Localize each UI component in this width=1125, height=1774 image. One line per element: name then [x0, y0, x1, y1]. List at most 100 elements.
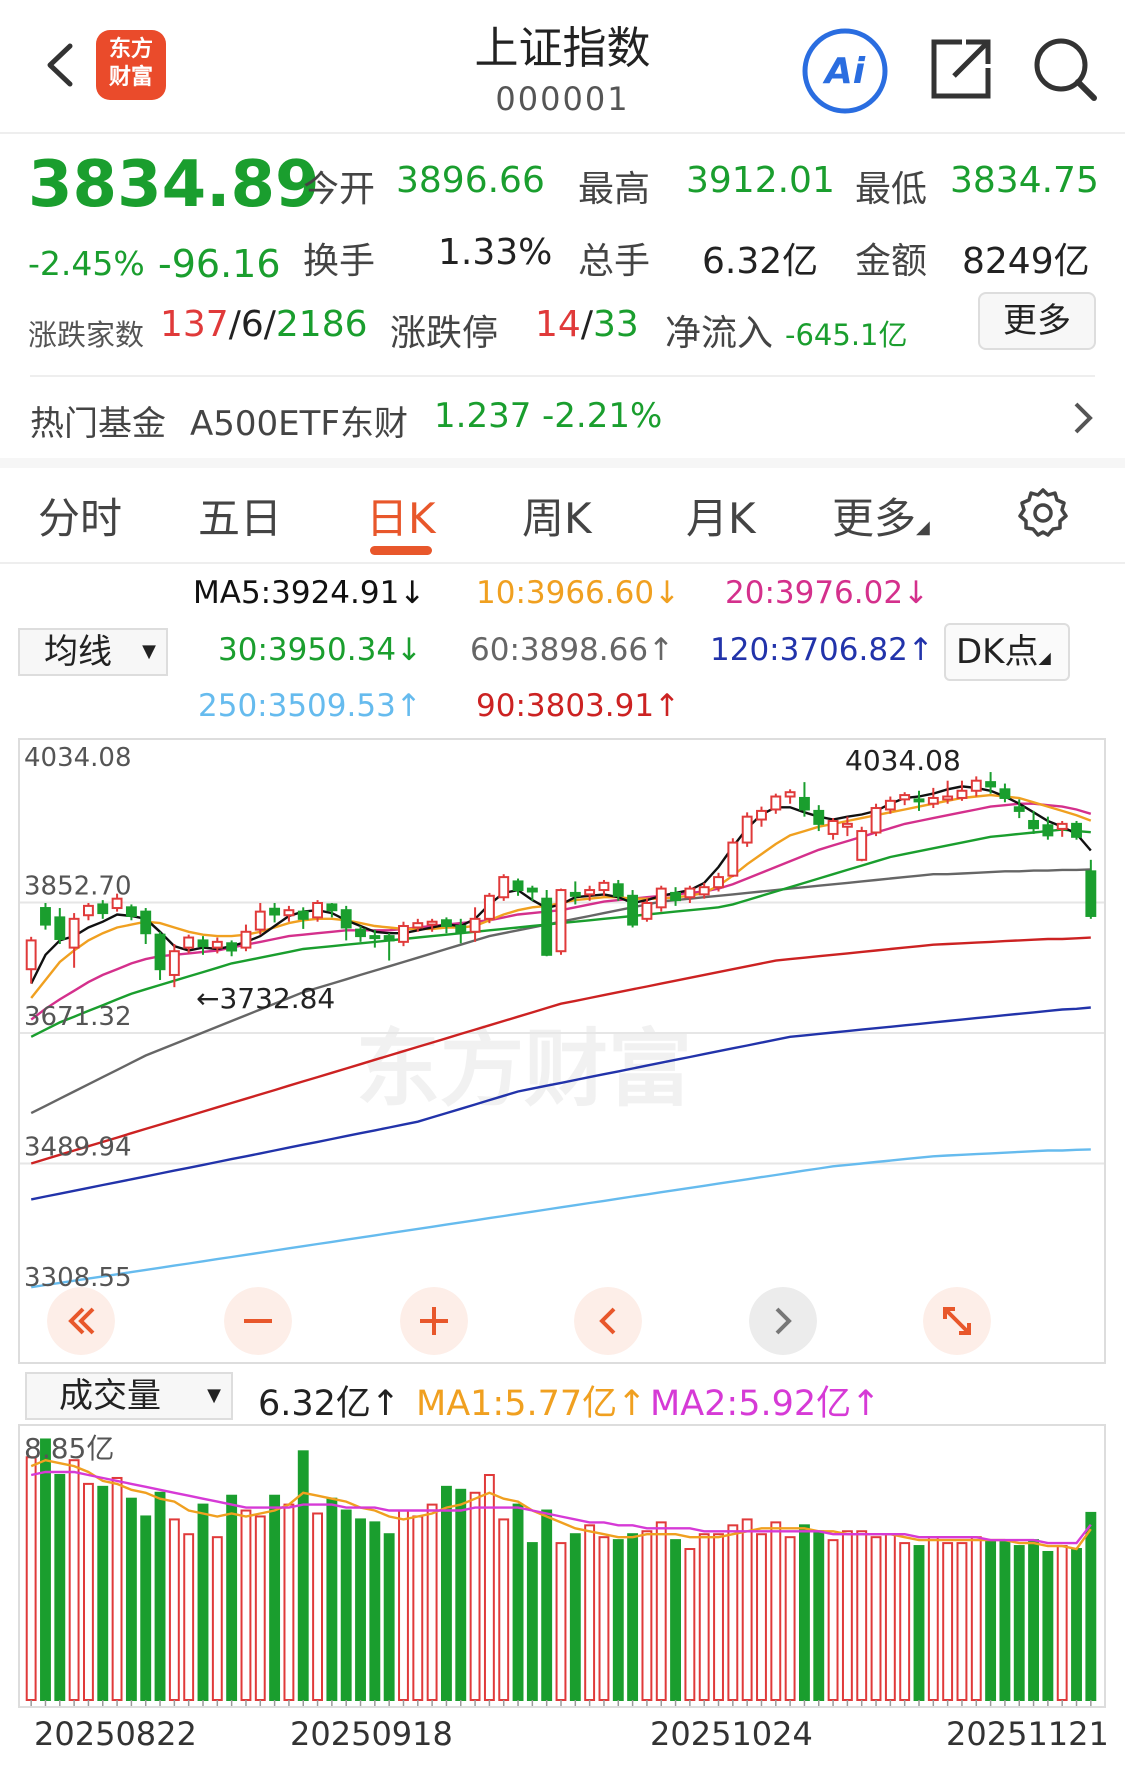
volume-axis-top: 8.85亿: [24, 1432, 114, 1465]
indicator-select-label: 成交量: [59, 1376, 161, 1416]
section-gap: [0, 458, 1125, 468]
volume-bar: [111, 1476, 123, 1702]
candle-body: [985, 781, 997, 788]
ai-assistant-icon[interactable]: Ai: [800, 26, 890, 116]
tab-more[interactable]: 更多◢: [832, 485, 930, 546]
kline-chart[interactable]: 东方财富 4034.083852.703671.323489.943308.55…: [18, 738, 1106, 1364]
open-label: 今开: [303, 169, 376, 210]
fullscreen-icon[interactable]: [923, 1287, 991, 1355]
volume-bar: [841, 1530, 853, 1701]
dk-point-button[interactable]: DK点◢: [944, 623, 1070, 681]
volume-bar: [641, 1530, 653, 1701]
search-icon[interactable]: [1030, 34, 1100, 104]
volume-bar: [612, 1539, 624, 1701]
candle-body: [312, 902, 323, 919]
volume-bar: [942, 1542, 954, 1702]
stock-code: 000001: [495, 80, 630, 118]
candle-body: [398, 925, 409, 943]
volume-bar: [627, 1533, 639, 1701]
logo-text-line1: 东方: [108, 37, 153, 62]
volume-bar: [83, 1482, 94, 1701]
volume-bar: [369, 1521, 381, 1701]
candle-body: [383, 935, 395, 942]
page-title: 上证指数: [474, 23, 651, 74]
more-button[interactable]: 更多: [978, 292, 1096, 350]
svg-text:Ai: Ai: [822, 51, 866, 92]
amount-value: 8249亿: [962, 241, 1090, 282]
ma250-value: 250:3509.53↑: [198, 688, 422, 724]
logo-text-line2: 财富: [108, 65, 153, 90]
volume-bar: [999, 1539, 1011, 1701]
volume-bar: [355, 1518, 366, 1701]
ma120-value: 120:3706.82↑: [710, 632, 934, 668]
volume-bar: [985, 1539, 997, 1701]
candle-body: [627, 894, 639, 926]
volume-chart[interactable]: 8.85亿: [18, 1424, 1106, 1708]
candle: [856, 826, 868, 862]
candle-body: [455, 925, 467, 933]
zoom-out-icon[interactable]: [224, 1287, 292, 1355]
volume-bar: [297, 1450, 309, 1701]
volume-ma1: MA1:5.77亿↑: [416, 1384, 647, 1424]
tab-more-label: 更多: [832, 494, 917, 543]
share-icon[interactable]: [926, 34, 996, 104]
hot-fund-label: 热门基金: [30, 404, 166, 444]
candle-body: [698, 886, 710, 896]
settings-gear-icon[interactable]: [1016, 486, 1070, 540]
hot-fund-row[interactable]: 热门基金 A500ETF东财 1.237 -2.21%: [0, 378, 1125, 458]
candle-body: [498, 876, 510, 899]
candle-body: [340, 909, 352, 929]
tab-five-day[interactable]: 五日: [198, 485, 282, 546]
candle-body: [641, 902, 653, 920]
volume-bar: [254, 1515, 266, 1701]
hot-fund-change: -2.21%: [542, 396, 663, 436]
back-arrow-icon[interactable]: [36, 40, 86, 90]
candle-body: [125, 906, 137, 917]
volume-bar: [698, 1533, 710, 1701]
candle-body: [54, 916, 66, 940]
netflow-label: 净流入: [665, 313, 774, 354]
volume-bar: [25, 1456, 37, 1702]
candle-body: [1028, 819, 1039, 830]
ma-type-select[interactable]: 均线 ▼: [18, 628, 168, 676]
candle-body: [541, 897, 553, 956]
price-axis-label: 3671.32: [24, 1002, 132, 1032]
volume-bar: [827, 1539, 839, 1701]
volume-bar: [211, 1536, 223, 1701]
pan-right-icon[interactable]: [749, 1287, 817, 1355]
volume-bar: [727, 1524, 739, 1702]
volume-bar: [398, 1509, 409, 1702]
high-annotation: 4034.08: [845, 744, 961, 777]
zoom-in-icon[interactable]: [400, 1287, 468, 1355]
candle: [870, 803, 882, 837]
dropdown-triangle-icon: ▼: [207, 1385, 221, 1406]
tab-daily-k[interactable]: 日K: [366, 485, 436, 546]
open-value: 3896.66: [396, 160, 545, 201]
dk-label: DK点: [956, 632, 1039, 672]
candle-body: [97, 903, 109, 915]
rewind-icon[interactable]: [47, 1287, 115, 1355]
volume-bar: [970, 1536, 982, 1701]
eastmoney-logo[interactable]: 东方 财富: [96, 30, 166, 100]
candle-body: [942, 795, 954, 801]
volume-bar: [40, 1438, 51, 1702]
candle-body: [326, 903, 338, 912]
volume-bar: [884, 1533, 896, 1701]
tab-weekly-k[interactable]: 周K: [522, 485, 592, 546]
volume-bar: [498, 1518, 510, 1701]
indicator-select[interactable]: 成交量 ▼: [25, 1372, 233, 1420]
candle-body: [197, 939, 209, 948]
tab-monthly-k[interactable]: 月K: [686, 485, 756, 546]
volume-bar: [168, 1518, 180, 1701]
volume-bar: [240, 1509, 252, 1702]
amount-label: 金额: [855, 241, 928, 282]
candle-body: [254, 910, 266, 931]
candle-body: [684, 887, 696, 899]
volume-bar: [526, 1542, 538, 1702]
pan-left-icon[interactable]: [574, 1287, 642, 1355]
low-annotation: ←3732.84: [196, 982, 335, 1015]
candle-body: [899, 794, 911, 801]
tab-intraday[interactable]: 分时: [38, 485, 122, 546]
candle: [1071, 820, 1082, 840]
candle-body: [741, 815, 753, 844]
